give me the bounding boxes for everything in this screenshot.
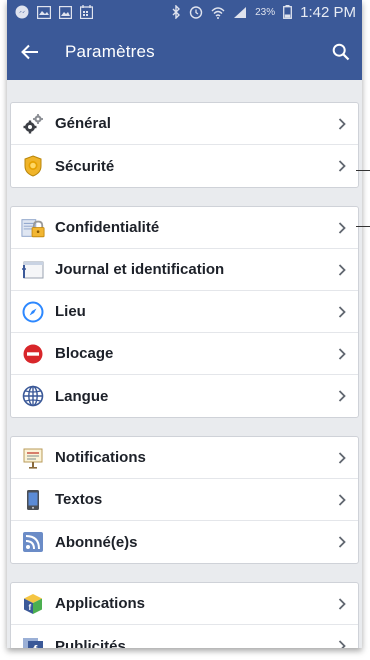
status-time: 1:42 PM	[300, 3, 356, 21]
chevron-right-icon	[336, 536, 348, 548]
block-icon	[21, 342, 45, 366]
settings-item-security[interactable]: Sécurité	[11, 145, 358, 187]
settings-item-label: Textos	[55, 491, 103, 508]
apps-cube-icon: f	[21, 592, 45, 616]
settings-item-privacy[interactable]: Confidentialité	[11, 207, 358, 249]
settings-item-language[interactable]: Langue	[11, 375, 358, 417]
calendar-icon	[80, 5, 93, 19]
bluetooth-icon	[172, 5, 181, 19]
settings-item-label: Applications	[55, 595, 146, 612]
callout-line	[356, 226, 370, 227]
ads-icon: f	[21, 634, 45, 648]
phone-text-icon	[21, 488, 45, 512]
settings-item-label: Notifications	[55, 449, 146, 466]
chevron-right-icon	[336, 160, 348, 172]
chevron-right-icon	[336, 305, 348, 318]
chevron-right-icon	[336, 221, 348, 234]
wifi-icon	[211, 6, 225, 19]
compass-icon	[21, 300, 45, 324]
settings-item-label: Abonné(e)s	[55, 533, 138, 551]
settings-item-texts[interactable]: Textos	[11, 479, 358, 521]
battery-percent: 23%	[255, 6, 276, 18]
chevron-right-icon	[336, 263, 348, 276]
notifications-sign-icon	[21, 446, 45, 470]
rss-icon	[21, 530, 45, 554]
settings-item-label: Journal et identification	[55, 261, 225, 278]
image-icon	[59, 5, 72, 19]
settings-item-timeline[interactable]: Journal et identification	[11, 249, 358, 291]
settings-list: Général Sécurité Confidentialité Journal…	[7, 80, 362, 648]
app-bar: Paramètres	[7, 24, 362, 80]
timeline-icon	[21, 258, 45, 282]
settings-item-label: Langue	[55, 387, 109, 405]
battery-icon	[283, 5, 293, 19]
settings-item-followers[interactable]: Abonné(e)s	[11, 521, 358, 563]
chevron-right-icon	[336, 117, 348, 130]
chevron-right-icon	[336, 597, 348, 610]
settings-item-label: Sécurité	[55, 157, 115, 175]
svg-text:f: f	[33, 643, 38, 649]
chevron-right-icon	[336, 390, 348, 402]
settings-item-label: Publicités	[55, 637, 126, 649]
settings-group-apps: f Applications f Publicités	[10, 582, 359, 648]
signal-icon	[233, 6, 247, 18]
globe-icon	[21, 384, 45, 408]
settings-item-label: Lieu	[55, 303, 86, 320]
privacy-lock-icon	[21, 216, 45, 240]
settings-item-location[interactable]: Lieu	[11, 291, 358, 333]
page-title: Paramètres	[65, 42, 155, 61]
settings-item-general[interactable]: Général	[11, 103, 358, 145]
arrow-back-icon[interactable]	[21, 44, 49, 60]
settings-group-privacy: Confidentialité Journal et identificatio…	[10, 206, 359, 418]
gallery-icon	[37, 5, 51, 19]
settings-group-notifications: Notifications Textos Abonné(e)s	[10, 436, 359, 564]
search-icon[interactable]	[324, 43, 350, 61]
settings-group-account: Général Sécurité	[10, 102, 359, 188]
callout-line	[356, 170, 370, 171]
status-bar: 23% 1:42 PM	[7, 0, 362, 24]
chevron-right-icon	[336, 640, 348, 648]
settings-item-notifications[interactable]: Notifications	[11, 437, 358, 479]
settings-item-blocking[interactable]: Blocage	[11, 333, 358, 375]
settings-item-ads[interactable]: f Publicités	[11, 625, 358, 648]
settings-item-label: Blocage	[55, 345, 114, 362]
settings-item-label: Général	[55, 115, 111, 132]
messenger-icon	[15, 5, 29, 19]
chevron-right-icon	[336, 493, 348, 506]
settings-item-applications[interactable]: f Applications	[11, 583, 358, 625]
chevron-right-icon	[336, 347, 348, 360]
security-badge-icon	[21, 154, 45, 178]
chevron-right-icon	[336, 451, 348, 464]
settings-item-label: Confidentialité	[55, 219, 160, 236]
alarm-icon	[189, 5, 203, 19]
svg-text:f: f	[29, 603, 32, 612]
phone-screen: 23% 1:42 PM Paramètres Général Sécurité …	[7, 0, 362, 648]
gears-icon	[21, 112, 45, 136]
